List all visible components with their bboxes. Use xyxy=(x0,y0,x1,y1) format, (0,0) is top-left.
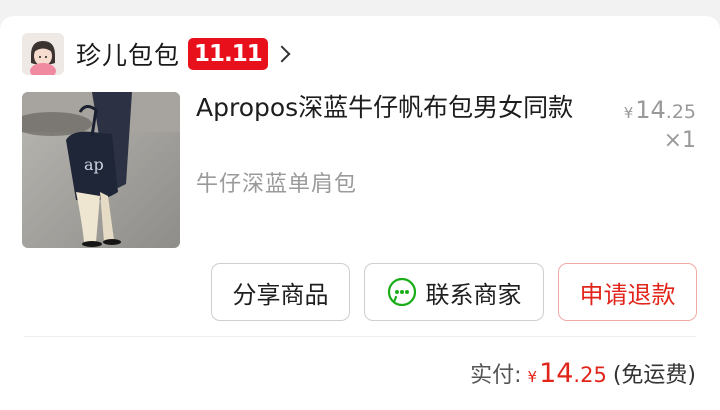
shipping-note: (免运费) xyxy=(612,363,696,388)
store-avatar[interactable] xyxy=(22,33,64,75)
wechat-icon xyxy=(387,277,416,307)
price-integer: 14 xyxy=(635,96,666,124)
order-card: 珍儿包包 11.11 ap Apropos深蓝牛仔帆布包男女同款 牛仔深蓝单肩包… xyxy=(0,16,720,410)
price-cents: .25 xyxy=(665,101,696,123)
request-refund-button[interactable]: 申请退款 xyxy=(558,263,697,321)
total-cents: .25 xyxy=(573,363,607,387)
product-title[interactable]: Apropos深蓝牛仔帆布包男女同款 xyxy=(196,90,586,126)
contact-merchant-label: 联系商家 xyxy=(425,280,522,309)
divider xyxy=(24,336,696,337)
price-currency: ¥ xyxy=(623,104,634,122)
share-product-label: 分享商品 xyxy=(232,280,329,309)
price-block: ¥14.25 ×1 xyxy=(624,96,696,153)
store-header[interactable]: 珍儿包包 11.11 xyxy=(22,33,291,75)
total-amount: ¥14.25 xyxy=(528,358,607,389)
svg-text:ap: ap xyxy=(84,155,104,174)
chevron-right-icon[interactable] xyxy=(273,45,291,63)
contact-merchant-button[interactable]: 联系商家 xyxy=(364,263,544,321)
product-image[interactable]: ap xyxy=(22,92,180,248)
store-name[interactable]: 珍儿包包 xyxy=(76,36,180,72)
share-product-button[interactable]: 分享商品 xyxy=(211,263,350,321)
total-label: 实付: xyxy=(470,363,522,388)
unit-price: ¥14.25 xyxy=(624,96,696,124)
quantity: ×1 xyxy=(663,128,696,153)
request-refund-label: 申请退款 xyxy=(579,280,676,309)
total-integer: 14 xyxy=(539,358,574,389)
total-paid: 实付: ¥14.25 (免运费) xyxy=(470,357,696,389)
promo-badge: 11.11 xyxy=(188,38,268,70)
total-currency: ¥ xyxy=(527,368,538,386)
product-variant: 牛仔深蓝单肩包 xyxy=(196,172,358,197)
